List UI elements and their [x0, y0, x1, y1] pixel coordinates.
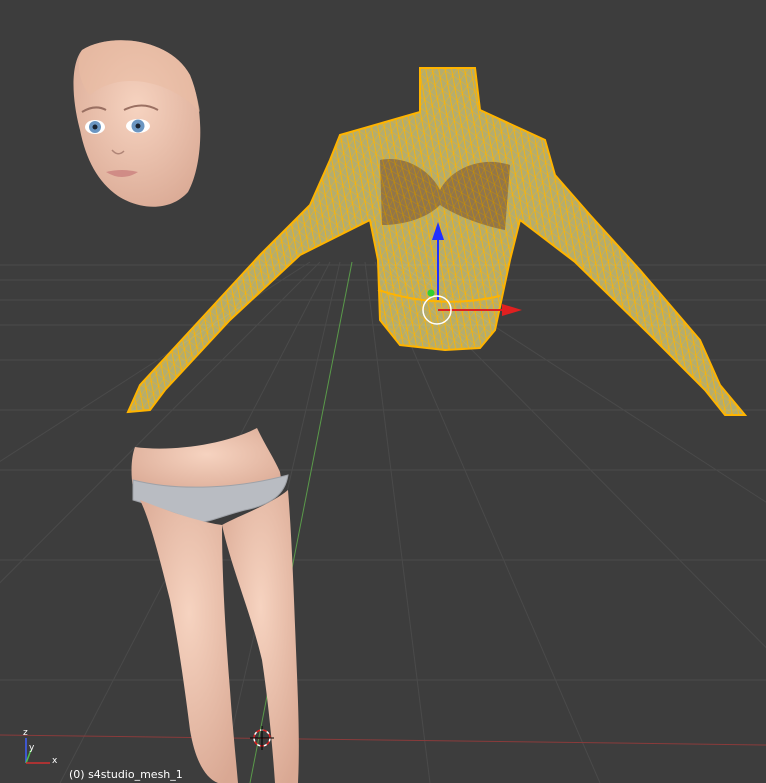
viewport-scene [0, 40, 766, 783]
gizmo-z-label: z [23, 728, 28, 738]
head-mesh[interactable] [73, 40, 201, 207]
top-mesh-wireframe[interactable] [126, 67, 748, 416]
3d-viewport[interactable]: z y x (0) s4studio_mesh_1 [0, 0, 766, 783]
active-object-label: (0) s4studio_mesh_1 [69, 768, 183, 781]
bottom-mesh[interactable] [131, 428, 299, 783]
gizmo-y-label: y [29, 743, 35, 753]
3d-cursor-icon[interactable] [250, 726, 274, 750]
gizmo-x-label: x [52, 756, 58, 766]
y-handle-dot [427, 289, 435, 297]
floor-grid [0, 261, 766, 783]
x-arrow-icon [502, 304, 522, 316]
x-axis-line [0, 734, 766, 746]
